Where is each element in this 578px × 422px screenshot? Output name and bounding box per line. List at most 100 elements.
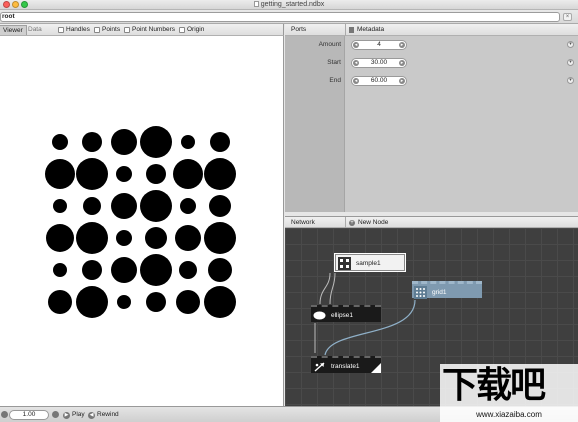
connection-sample-ellipse-2 — [329, 272, 336, 305]
port-name: Start — [327, 59, 341, 66]
tab-viewer[interactable]: Viewer — [0, 25, 27, 35]
network-path-label: root — [2, 13, 15, 20]
frame-decrement-icon[interactable] — [1, 411, 8, 418]
amount-value: 4 — [377, 41, 381, 48]
grid-dot — [76, 158, 108, 190]
point-numbers-checkbox[interactable] — [124, 27, 130, 33]
grid-dot — [52, 134, 68, 150]
grid-dot — [204, 286, 236, 318]
ports-panel: Amount ◂ 4 ▸ ▾ Start ◂ 30.00 ▸ ▾ End ◂ 6… — [285, 36, 578, 212]
grid-dot — [53, 199, 67, 213]
viewer-canvas[interactable] — [0, 36, 284, 406]
sample-node-icon — [338, 257, 351, 270]
grid-dot — [116, 230, 132, 246]
rewind-label: Rewind — [97, 411, 119, 418]
grid-node-icon — [414, 286, 427, 299]
grid-dot — [210, 132, 230, 152]
grid-dot — [117, 295, 131, 309]
node-sample1[interactable]: sample1 — [334, 253, 406, 272]
grid-dot — [76, 222, 108, 254]
tab-data[interactable]: Data — [25, 25, 45, 35]
grid-dot — [116, 166, 132, 182]
window-title-text: getting_started.ndbx — [260, 1, 325, 8]
point-numbers-label: Point Numbers — [132, 26, 175, 33]
node-grid1[interactable]: grid1 — [412, 281, 482, 299]
viewer-toolbar: Viewer Data Handles Points Point Numbers… — [0, 24, 284, 36]
port-name: End — [329, 77, 341, 84]
grid-dot — [82, 260, 102, 280]
grid-dot — [48, 290, 72, 314]
grid-dot — [53, 263, 67, 277]
points-label: Points — [102, 26, 121, 33]
start-value: 30.00 — [370, 59, 388, 66]
grid-dot — [82, 132, 102, 152]
decrement-icon[interactable]: ◂ — [353, 60, 359, 66]
points-checkbox[interactable] — [94, 27, 100, 33]
grid-dot — [140, 254, 172, 286]
node-label: grid1 — [432, 289, 447, 296]
grid-dot — [140, 190, 172, 222]
node-label: ellipse1 — [331, 312, 354, 319]
increment-icon[interactable]: ▸ — [399, 42, 405, 48]
network-path[interactable]: root — [0, 12, 560, 22]
grid-dot — [180, 198, 196, 214]
grid-dot — [146, 292, 166, 312]
decrement-icon[interactable]: ◂ — [353, 42, 359, 48]
origin-label: Origin — [187, 26, 205, 33]
increment-icon[interactable]: ▸ — [399, 60, 405, 66]
amount-field[interactable]: ◂ 4 ▸ — [351, 40, 407, 50]
watermark-logo-text: 下载吧 — [442, 365, 546, 406]
end-field[interactable]: ◂ 60.00 ▸ — [351, 76, 407, 86]
node-ellipse1[interactable]: ellipse1 — [311, 305, 381, 322]
handles-checkbox[interactable] — [58, 27, 64, 33]
rendered-flag-icon — [371, 363, 381, 373]
grid-dot — [209, 195, 231, 217]
port-row-amount: Amount ◂ 4 ▸ ▾ — [285, 36, 578, 54]
end-value: 60.00 — [370, 77, 388, 84]
grid-dot — [83, 197, 101, 215]
play-label: Play — [72, 411, 85, 418]
start-field[interactable]: ◂ 30.00 ▸ — [351, 58, 407, 68]
play-icon: ▶ — [63, 412, 70, 419]
add-node-icon: + — [349, 220, 355, 226]
node-label: translate1 — [331, 363, 360, 370]
rewind-button[interactable]: ◀ Rewind — [88, 410, 119, 420]
metadata-button[interactable]: Metadata — [357, 24, 384, 36]
ports-divider — [345, 24, 346, 36]
ellipse-node-icon — [313, 309, 326, 322]
decrement-icon[interactable]: ◂ — [353, 78, 359, 84]
translate-node-icon — [313, 360, 326, 373]
rewind-icon: ◀ — [88, 412, 95, 419]
grid-dot — [179, 261, 197, 279]
node-translate1[interactable]: translate1 — [311, 356, 381, 373]
grid-dot — [176, 290, 200, 314]
port-row-start: Start ◂ 30.00 ▸ ▾ — [285, 54, 578, 72]
port-row-end: End ◂ 60.00 ▸ ▾ — [285, 72, 578, 90]
title-bar: getting_started.ndbx — [0, 0, 578, 10]
grid-dot — [140, 126, 172, 158]
play-button[interactable]: ▶ Play — [63, 410, 85, 420]
grid-dot — [145, 227, 167, 249]
close-path-button[interactable]: × — [563, 13, 572, 21]
port-menu-icon[interactable]: ▾ — [567, 59, 574, 66]
ports-header: Ports Metadata — [285, 24, 578, 36]
port-menu-icon[interactable]: ▾ — [567, 77, 574, 84]
grid-dot — [146, 164, 166, 184]
grid-dot — [46, 224, 74, 252]
grid-dot — [208, 258, 232, 282]
frame-increment-icon[interactable] — [52, 411, 59, 418]
grid-dot — [111, 193, 137, 219]
handles-label: Handles — [66, 26, 90, 33]
ports-title: Ports — [291, 26, 307, 33]
grid-dot — [204, 222, 236, 254]
grid-dot — [181, 135, 195, 149]
port-menu-icon[interactable]: ▾ — [567, 41, 574, 48]
origin-checkbox[interactable] — [179, 27, 185, 33]
port-name: Amount — [318, 41, 341, 48]
frame-field[interactable]: 1.00 — [9, 410, 49, 420]
grid-dot — [204, 158, 236, 190]
increment-icon[interactable]: ▸ — [399, 78, 405, 84]
watermark-url: www.xiazaiba.com — [440, 408, 578, 422]
grid-dot — [111, 257, 137, 283]
watermark: 下载吧 www.xiazaiba.com — [440, 364, 578, 422]
